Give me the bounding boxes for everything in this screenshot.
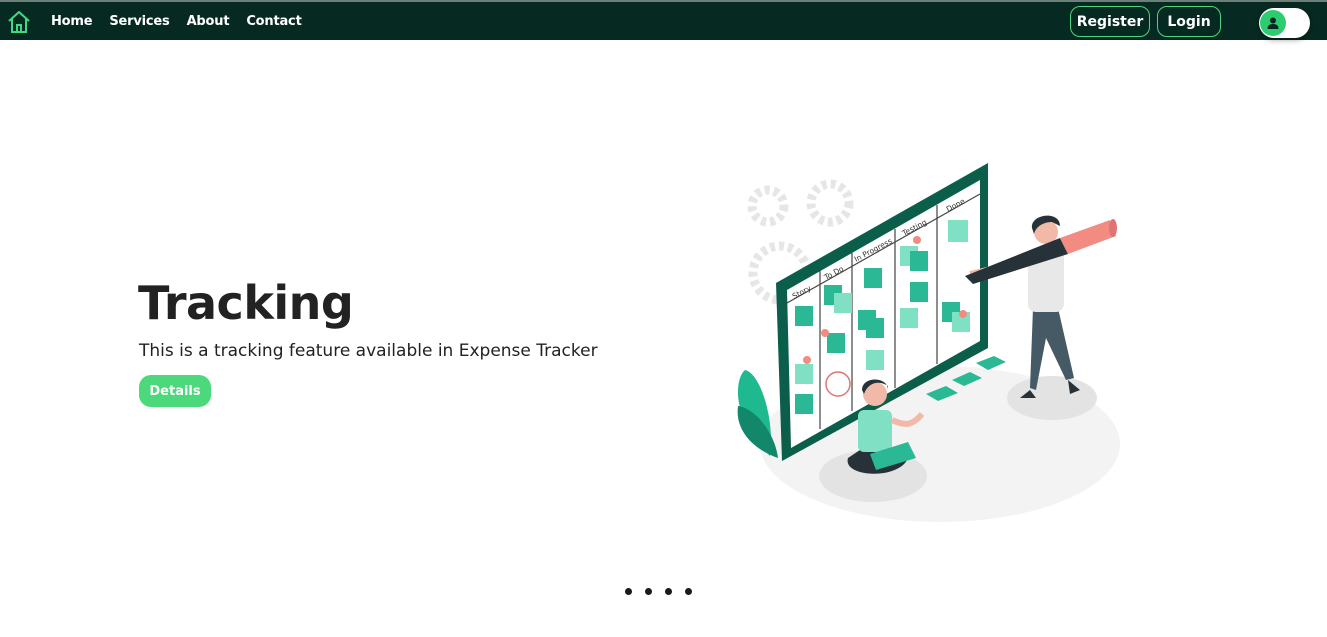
navbar: Home Services About Contact Register Log… xyxy=(0,0,1327,40)
register-button[interactable]: Register xyxy=(1070,6,1150,37)
nav-link-services[interactable]: Services xyxy=(109,14,169,29)
carousel-indicator-4[interactable] xyxy=(685,588,692,595)
login-button[interactable]: Login xyxy=(1157,6,1221,37)
carousel-indicators xyxy=(625,588,692,595)
carousel-indicator-1[interactable] xyxy=(625,588,632,595)
details-button[interactable]: Details xyxy=(139,375,211,407)
hero-subtitle: This is a tracking feature available in … xyxy=(139,341,598,361)
carousel-indicator-3[interactable] xyxy=(665,588,672,595)
nav-link-contact[interactable]: Contact xyxy=(246,14,301,29)
hero-title: Tracking xyxy=(138,276,354,330)
theme-toggle[interactable] xyxy=(1259,8,1310,38)
kanban-illustration: Story To Do In Progress Testing Done xyxy=(737,163,1120,522)
user-icon xyxy=(1267,17,1279,29)
nav-link-about[interactable]: About xyxy=(187,14,230,29)
carousel-indicator-2[interactable] xyxy=(645,588,652,595)
nav-links: Home Services About Contact xyxy=(51,2,319,40)
nav-link-home[interactable]: Home xyxy=(51,14,93,29)
home-icon[interactable] xyxy=(6,9,32,35)
toggle-knob xyxy=(1260,10,1286,36)
